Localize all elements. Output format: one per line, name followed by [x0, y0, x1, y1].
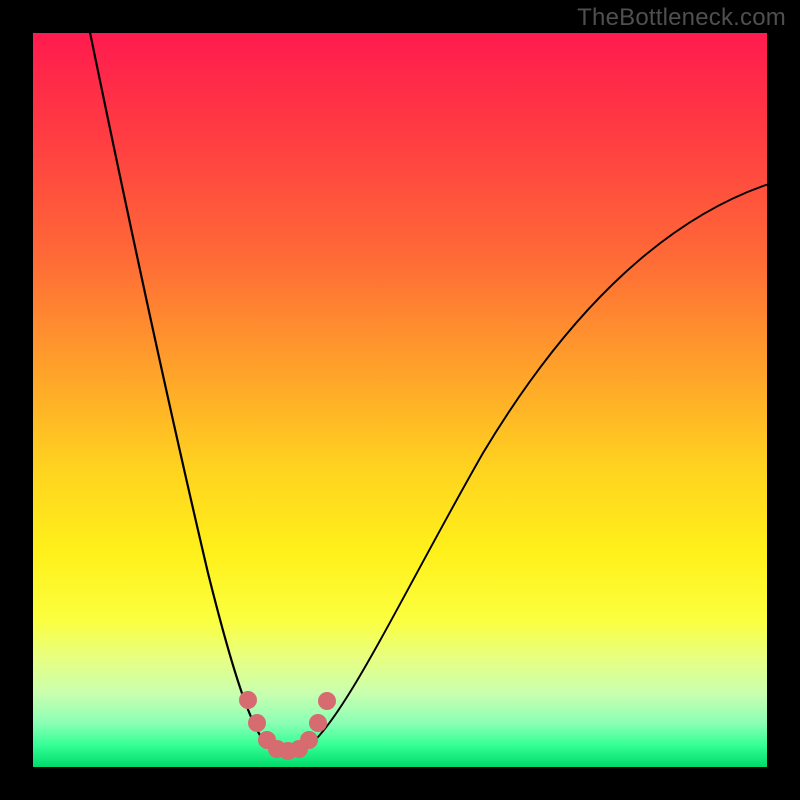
marker-dot: [249, 715, 265, 731]
left-branch-curve: [86, 33, 271, 749]
right-branch-curve: [305, 181, 767, 749]
watermark-text: TheBottleneck.com: [577, 4, 786, 32]
plot-area: [33, 33, 767, 767]
marker-dot: [301, 732, 317, 748]
marker-dot: [240, 692, 256, 708]
marker-dot: [310, 715, 326, 731]
curve-layer: [33, 33, 767, 767]
marker-dot: [319, 693, 335, 709]
sweet-spot-markers: [240, 692, 335, 759]
chart-frame: TheBottleneck.com: [0, 0, 800, 800]
